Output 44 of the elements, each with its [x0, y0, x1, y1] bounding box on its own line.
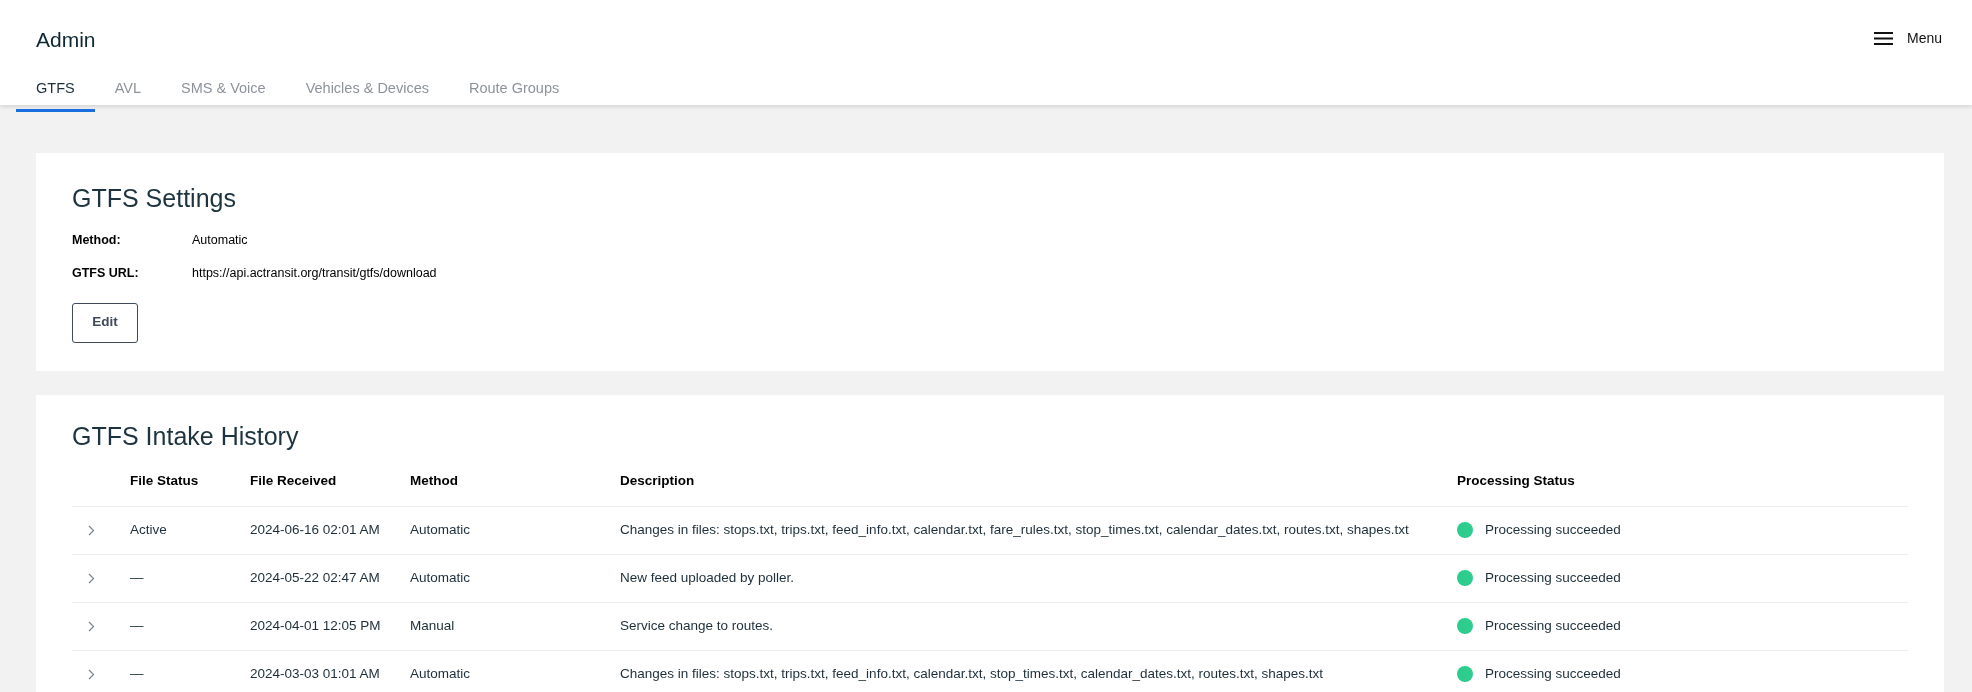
chevron-right-icon[interactable] [88, 524, 95, 536]
table-cell-text: Automatic [410, 568, 472, 587]
page-title: Admin [35, 27, 96, 53]
field-value: https://api.actransit.org/transit/gtfs/download [192, 264, 437, 282]
status-text: Processing succeeded [1485, 664, 1621, 683]
tab[interactable]: GTFS [16, 77, 95, 113]
column-header: Description [620, 471, 696, 490]
chevron-right-icon[interactable] [88, 620, 95, 632]
column-header: File Received [250, 471, 338, 490]
tab[interactable]: AVL [94, 77, 161, 113]
table-cell-text: — [130, 568, 145, 587]
field-value: Automatic [192, 232, 249, 249]
card-title: GTFS Settings [72, 183, 237, 213]
status-text: Processing succeeded [1485, 568, 1621, 587]
tab[interactable]: SMS & Voice [161, 77, 286, 113]
chevron-right-icon[interactable] [88, 572, 95, 584]
table-cell-text: Manual [410, 616, 456, 635]
menu-button[interactable]: Menu [1873, 28, 1942, 49]
status-text: Processing succeeded [1485, 616, 1621, 635]
table-cell-text: 2024-05-22 02:47 AM [250, 568, 381, 587]
table-cell-text: Changes in files: stops.txt, trips.txt, feed_info.txt, calendar.txt, fare_rules.txt, stop_times.txt, calendar_dates.txt, routes.txt, shapes.txt [620, 520, 1410, 539]
tab[interactable]: Route Groups [448, 77, 580, 113]
table-cell-text: Automatic [410, 664, 472, 683]
field-label: Method: [72, 232, 122, 249]
table-cell-text: Active [130, 520, 168, 539]
card-title: GTFS Intake History [72, 420, 300, 451]
column-header: Processing Status [1457, 471, 1576, 490]
status-text: Processing succeeded [1485, 520, 1621, 539]
table-cell-text: Automatic [410, 520, 472, 539]
table-cell-text: 2024-03-03 01:01 AM [250, 664, 381, 683]
table-cell-text: — [130, 664, 145, 683]
table-cell-text: — [130, 616, 145, 635]
table-cell-text: 2024-06-16 02:01 AM [250, 520, 381, 539]
table-cell-text: 2024-04-01 12:05 PM [250, 616, 382, 635]
column-header: Method [410, 471, 459, 490]
table-cell-text: Changes in files: stops.txt, trips.txt, feed_info.txt, calendar.txt, stop_times.txt, calendar_dates.txt, routes.txt, shapes.txt [620, 664, 1325, 683]
edit-button[interactable]: Edit [72, 302, 138, 343]
table-cell-text: New feed uploaded by poller. [620, 568, 796, 587]
tab[interactable]: Vehicles & Devices [285, 77, 449, 113]
field-label: GTFS URL: [72, 264, 140, 282]
table-cell-text: Service change to routes. [620, 616, 775, 635]
chevron-right-icon[interactable] [88, 668, 95, 680]
menu-icon [1873, 32, 1893, 45]
column-header: File Status [130, 471, 200, 490]
